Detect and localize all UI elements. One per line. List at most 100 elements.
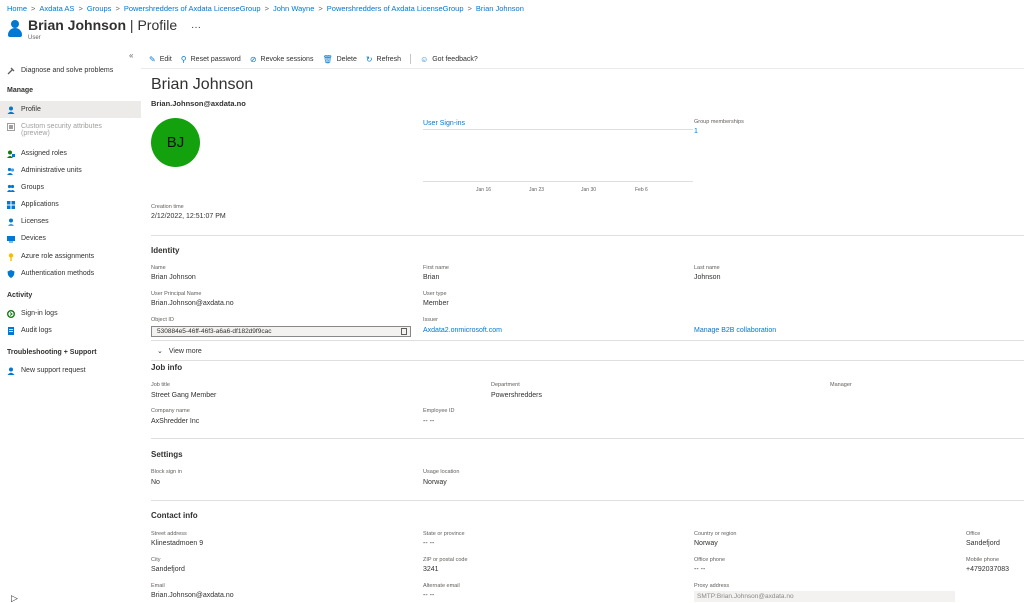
breadcrumb-separator: > bbox=[78, 4, 83, 13]
sidebar-item-azure-role-assignments[interactable]: Azure role assignments bbox=[0, 248, 141, 265]
last-name-label: Last name bbox=[694, 265, 720, 271]
breadcrumb-separator: > bbox=[115, 4, 120, 13]
delete-label: Delete bbox=[336, 55, 357, 63]
sidebar-item-label: Assigned roles bbox=[21, 150, 67, 157]
city-label: City bbox=[151, 557, 161, 563]
sidebar-item-devices[interactable]: Devices bbox=[0, 230, 141, 247]
more-options-icon[interactable]: ··· bbox=[191, 22, 201, 33]
breadcrumb-tenant[interactable]: Axdata AS bbox=[39, 4, 74, 13]
revoke-sessions-label: Revoke sessions bbox=[260, 55, 314, 63]
name-label: Name bbox=[151, 265, 166, 271]
mobile-phone-value: +4792037083 bbox=[966, 566, 1010, 573]
sidebar-item-label: Audit logs bbox=[21, 327, 52, 334]
sidebar-item-profile[interactable]: Profile bbox=[0, 101, 141, 118]
view-more-toggle[interactable]: ⌄ View more bbox=[157, 347, 202, 355]
zip-label: ZIP or postal code bbox=[423, 557, 468, 563]
admin-units-icon bbox=[7, 167, 15, 175]
sidebar-item-administrative-units[interactable]: Administrative units bbox=[0, 162, 141, 179]
office-phone-label: Office phone bbox=[694, 557, 726, 563]
breadcrumb-separator: > bbox=[31, 4, 36, 13]
reset-password-label: Reset password bbox=[190, 55, 241, 63]
sidebar-item-label: Custom security attributes bbox=[21, 123, 102, 130]
user-icon bbox=[7, 106, 15, 114]
sidebar-item-applications[interactable]: Applications bbox=[0, 196, 141, 213]
breadcrumb-home[interactable]: Home bbox=[7, 4, 27, 13]
breadcrumb-separator: > bbox=[318, 4, 323, 13]
sidebar-item-label: Applications bbox=[21, 201, 59, 208]
sidebar-item-label: Groups bbox=[21, 184, 44, 191]
sidebar-item-label: Devices bbox=[21, 235, 46, 242]
sidebar-item-licenses[interactable]: Licenses bbox=[0, 213, 141, 230]
chevron-down-icon: ⌄ bbox=[157, 348, 163, 355]
upn-value: Brian.Johnson@axdata.no bbox=[151, 300, 234, 307]
delete-button[interactable]: 🗑 Delete bbox=[322, 55, 356, 64]
chart-baseline bbox=[423, 181, 693, 182]
sidebar: « Diagnose and solve problems Manage Pro… bbox=[0, 50, 141, 603]
job-info-section-title: Job info bbox=[151, 363, 183, 372]
devices-icon bbox=[7, 235, 15, 243]
sidebar-item-diagnose[interactable]: Diagnose and solve problems bbox=[0, 62, 141, 79]
street-address-label: Street address bbox=[151, 531, 187, 537]
manager-label: Manager bbox=[830, 382, 852, 388]
block-icon: ⊘ bbox=[249, 54, 257, 64]
sidebar-item-sign-in-logs[interactable]: Sign-in logs bbox=[0, 305, 141, 322]
toolbar-divider bbox=[410, 54, 412, 64]
pencil-icon: ✎ bbox=[149, 54, 156, 64]
sidebar-item-authentication-methods[interactable]: Authentication methods bbox=[0, 265, 141, 282]
feedback-icon: ☺ bbox=[420, 54, 429, 64]
user-type-value: Member bbox=[423, 300, 449, 307]
creation-time-label: Creation time bbox=[151, 204, 184, 210]
key-icon: ⚲ bbox=[180, 54, 187, 64]
breadcrumb-groups[interactable]: Groups bbox=[87, 4, 112, 13]
mobile-phone-label: Mobile phone bbox=[966, 557, 1000, 563]
profile-display-name: Brian Johnson bbox=[151, 76, 254, 93]
office-phone-value: -- -- bbox=[694, 566, 706, 573]
country-value: Norway bbox=[694, 540, 718, 547]
manage-b2b-link[interactable]: Manage B2B collaboration bbox=[694, 327, 776, 334]
object-id-label: Object ID bbox=[151, 317, 174, 323]
reset-password-button[interactable]: ⚲ Reset password bbox=[181, 55, 241, 64]
group-memberships-count[interactable]: 1 bbox=[694, 128, 698, 135]
breadcrumb-member[interactable]: John Wayne bbox=[273, 4, 314, 13]
employee-id-value: -- -- bbox=[423, 418, 435, 425]
sidebar-item-custom-security-attributes[interactable]: Custom security attributes (preview) bbox=[0, 120, 141, 144]
edit-button[interactable]: ✎ Edit bbox=[149, 55, 172, 64]
proxy-address-field[interactable]: SMTP:Brian.Johnson@axdata.no bbox=[694, 591, 955, 602]
revoke-sessions-button[interactable]: ⊘ Revoke sessions bbox=[250, 55, 314, 64]
issuer-link[interactable]: Axdata2.onmicrosoft.com bbox=[423, 327, 502, 334]
block-sign-in-label: Block sign in bbox=[151, 469, 182, 475]
object-id-field[interactable]: 530884e5-46ff-46f3-a6a6-df182d9f9cac bbox=[151, 326, 411, 337]
refresh-button[interactable]: ↻ Refresh bbox=[366, 55, 401, 64]
feedback-button[interactable]: ☺ Got feedback? bbox=[420, 55, 478, 64]
sidebar-item-audit-logs[interactable]: Audit logs bbox=[0, 322, 141, 339]
shield-icon bbox=[7, 269, 15, 278]
section-divider bbox=[151, 360, 1024, 361]
sidebar-item-label: Diagnose and solve problems bbox=[21, 67, 114, 74]
feedback-label: Got feedback? bbox=[432, 55, 478, 63]
state-label: State or province bbox=[423, 531, 465, 537]
sidebar-item-groups[interactable]: Groups bbox=[0, 179, 141, 196]
last-name-value: Johnson bbox=[694, 274, 721, 281]
page-subtitle: User bbox=[28, 35, 41, 41]
sidebar-item-label: Azure role assignments bbox=[21, 253, 95, 260]
section-activity: Activity bbox=[7, 292, 33, 299]
sidebar-item-assigned-roles[interactable]: Assigned roles bbox=[0, 145, 141, 162]
breadcrumb-current[interactable]: Brian Johnson bbox=[476, 4, 524, 13]
user-sign-ins-link[interactable]: User Sign-ins bbox=[423, 120, 465, 127]
sidebar-item-label-wrap: Custom security attributes (preview) bbox=[21, 123, 102, 137]
sidebar-item-new-support-request[interactable]: New support request bbox=[0, 362, 141, 379]
breadcrumb-group-2[interactable]: Powershredders of Axdata LicenseGroup bbox=[327, 4, 464, 13]
refresh-label: Refresh bbox=[376, 55, 402, 63]
usage-location-label: Usage location bbox=[423, 469, 460, 475]
company-name-label: Company name bbox=[151, 408, 190, 414]
breadcrumb-group[interactable]: Powershredders of Axdata LicenseGroup bbox=[124, 4, 261, 13]
proxy-address-label: Proxy address bbox=[694, 583, 730, 589]
collapse-sidebar-icon[interactable]: « bbox=[129, 51, 133, 60]
country-label: Country or region bbox=[694, 531, 737, 537]
job-title-label: Job title bbox=[151, 382, 170, 388]
chart-tick-label: Feb 6 bbox=[635, 187, 648, 193]
street-address-value: Klinestadmoen 9 bbox=[151, 540, 204, 547]
name-value: Brian Johnson bbox=[151, 274, 196, 281]
copy-icon[interactable] bbox=[401, 328, 407, 335]
group-memberships-label: Group memberships bbox=[694, 119, 744, 125]
